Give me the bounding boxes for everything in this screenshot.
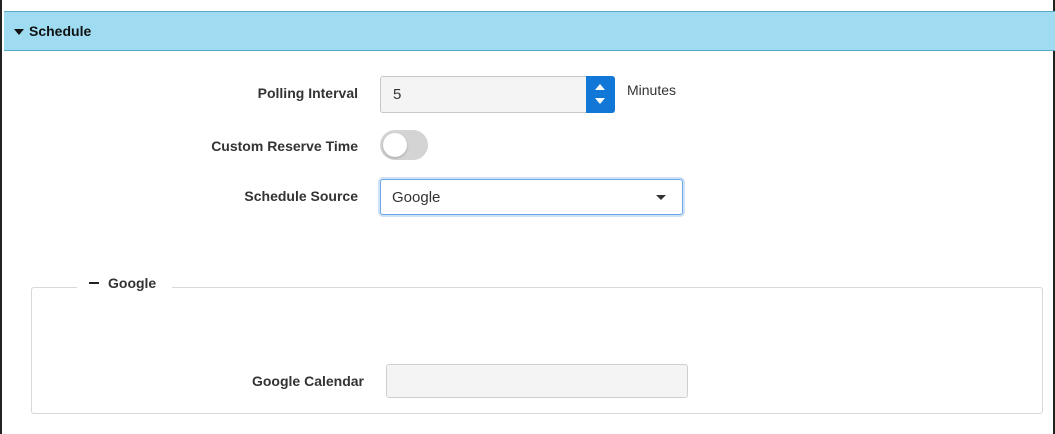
schedule-section-header[interactable]: Schedule (4, 11, 1055, 51)
polling-interval-units: Minutes (627, 82, 677, 98)
google-group-toggle[interactable]: Google (77, 275, 173, 291)
collapse-minus-icon (89, 282, 99, 284)
google-calendar-input[interactable] (386, 364, 688, 398)
schedule-source-value: Google (392, 189, 441, 206)
google-calendar-label: Google Calendar (251, 373, 364, 389)
schedule-source-select[interactable]: Google (380, 179, 683, 215)
polling-interval-input[interactable]: 5 (380, 76, 615, 113)
google-group-title: Google (108, 275, 157, 291)
schedule-source-label: Schedule Source (244, 188, 358, 204)
spinner-buttons (586, 76, 615, 113)
polling-interval-label: Polling Interval (257, 85, 358, 101)
custom-reserve-time-label: Custom Reserve Time (211, 138, 358, 154)
toggle-knob (383, 133, 407, 157)
app-frame: Schedule Polling Interval 5 Minutes Cust… (0, 0, 1055, 434)
dropdown-arrow-icon (656, 195, 666, 200)
spin-down-icon[interactable] (595, 98, 605, 104)
custom-reserve-time-toggle[interactable] (380, 130, 428, 160)
section-title: Schedule (29, 23, 92, 39)
spin-up-icon[interactable] (595, 84, 605, 90)
caret-down-icon (14, 28, 24, 35)
polling-interval-value: 5 (393, 86, 402, 103)
